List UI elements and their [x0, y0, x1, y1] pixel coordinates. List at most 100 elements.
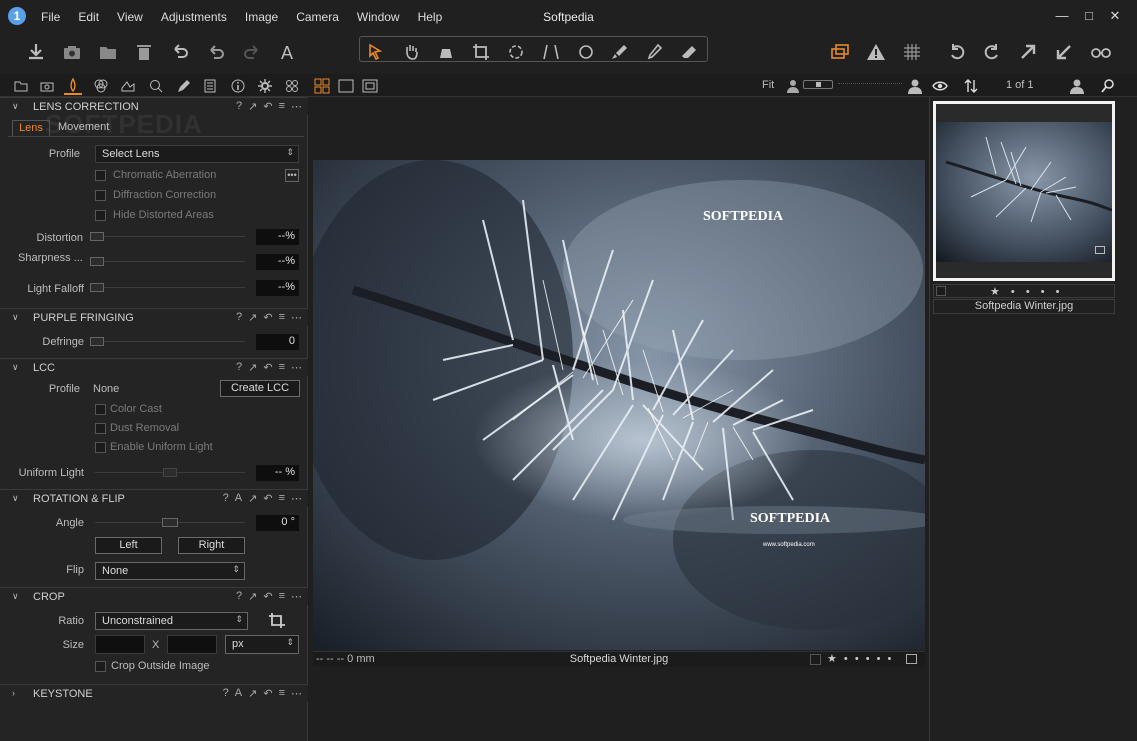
thumbnail-frame[interactable] — [933, 101, 1115, 281]
sharpness-slider[interactable] — [90, 261, 245, 262]
help-icon[interactable]: ? — [236, 311, 242, 324]
viewer-color-tag-checkbox[interactable] — [810, 654, 821, 665]
loupe-icon[interactable] — [432, 38, 460, 66]
tab-lens[interactable]: Lens — [12, 120, 50, 136]
camera-icon[interactable] — [58, 38, 86, 66]
menu-edit[interactable]: Edit — [69, 10, 108, 24]
defringe-slider[interactable] — [90, 341, 245, 342]
angle-value[interactable]: 0 ° — [256, 515, 299, 531]
defringe-value[interactable]: 0 — [256, 334, 299, 350]
viewer-rating[interactable]: ★ • • • • • — [827, 652, 893, 665]
brush-icon[interactable] — [605, 38, 633, 66]
tab-settings-icon[interactable] — [256, 77, 274, 95]
keystone-icon[interactable] — [537, 38, 565, 66]
auto-icon[interactable]: A — [235, 492, 242, 505]
menu-icon[interactable]: ≡ — [279, 100, 285, 113]
tab-exposure-icon[interactable] — [119, 77, 137, 95]
rotate-right-icon[interactable] — [978, 38, 1006, 66]
distortion-knob[interactable] — [90, 232, 104, 241]
trash-icon[interactable] — [130, 38, 158, 66]
reset-icon[interactable]: ↶ — [263, 311, 272, 324]
undo-all-icon[interactable] — [166, 38, 194, 66]
reset-icon[interactable]: ↶ — [263, 492, 272, 505]
expand-icon[interactable]: ↗ — [248, 361, 257, 374]
close-button[interactable]: ✕ — [1105, 6, 1125, 26]
tab-batch-icon[interactable] — [283, 77, 301, 95]
unit-select[interactable]: px ⇕ — [225, 635, 299, 654]
tab-color-icon[interactable] — [92, 77, 110, 95]
main-photo[interactable]: SOFTPEDIA SOFTPEDIA www.softpedia.com — [313, 160, 925, 650]
single-view-icon[interactable] — [337, 77, 355, 95]
more-icon[interactable]: ⋯ — [291, 590, 302, 603]
thumb-color-tag-checkbox[interactable] — [936, 286, 946, 296]
folder-icon[interactable] — [94, 38, 122, 66]
purple-fringing-header[interactable]: ∨ PURPLE FRINGING ? ↗ ↶ ≡ ⋯ — [0, 308, 308, 326]
falloff-value[interactable]: --% — [256, 280, 299, 296]
eraser-icon[interactable] — [675, 38, 703, 66]
reset-icon[interactable]: ↶ — [263, 361, 272, 374]
more-icon[interactable]: ⋯ — [291, 361, 302, 374]
rotate-left-icon[interactable] — [943, 38, 971, 66]
help-icon[interactable]: ? — [223, 687, 229, 700]
sharpness-knob[interactable] — [90, 257, 104, 266]
tab-capture-icon[interactable] — [38, 77, 56, 95]
hide-distorted-checkbox[interactable] — [95, 210, 106, 221]
uniform-light-value[interactable]: -- % — [256, 465, 299, 481]
more-icon[interactable]: ⋯ — [291, 687, 302, 700]
spot-icon[interactable] — [572, 38, 600, 66]
color-cast-checkbox[interactable] — [95, 404, 106, 415]
keystone-header[interactable]: › KEYSTONE ? A ↗ ↶ ≡ ⋯ — [0, 684, 308, 702]
crop-tool-icon[interactable] — [267, 611, 287, 631]
menu-icon[interactable]: ≡ — [279, 687, 285, 700]
export-icon[interactable] — [1014, 38, 1042, 66]
expand-icon[interactable]: ↗ — [248, 100, 257, 113]
import-icon[interactable] — [22, 38, 50, 66]
auto-icon[interactable]: A — [235, 687, 242, 700]
create-lcc-button[interactable]: Create LCC — [220, 380, 300, 397]
grid-view-icon[interactable] — [313, 77, 331, 95]
uniform-light-checkbox[interactable] — [95, 442, 106, 453]
size-width-field[interactable] — [95, 635, 145, 654]
help-icon[interactable]: ? — [236, 361, 242, 374]
menu-file[interactable]: File — [32, 10, 69, 24]
picker-icon[interactable] — [640, 38, 668, 66]
select-cursor-icon[interactable] — [362, 38, 390, 66]
rotate-right-button[interactable]: Right — [178, 537, 245, 554]
menu-camera[interactable]: Camera — [287, 10, 348, 24]
menu-window[interactable]: Window — [348, 10, 409, 24]
sharpness-value[interactable]: --% — [256, 254, 299, 270]
rotation-flip-header[interactable]: ∨ ROTATION & FLIP ? A ↗ ↶ ≡ ⋯ — [0, 489, 308, 507]
expand-icon[interactable]: ↗ — [248, 590, 257, 603]
rotate-icon[interactable] — [502, 38, 530, 66]
reset-icon[interactable]: ↶ — [263, 590, 272, 603]
expand-icon[interactable]: ↗ — [248, 311, 257, 324]
more-icon[interactable]: ⋯ — [291, 100, 302, 113]
thumb-rating[interactable]: ★ • • • • — [990, 285, 1064, 298]
menu-icon[interactable]: ≡ — [279, 590, 285, 603]
rotate-left-button[interactable]: Left — [95, 537, 162, 554]
tab-movement[interactable]: Movement — [58, 121, 109, 133]
falloff-knob[interactable] — [90, 283, 104, 292]
sort-icon[interactable] — [962, 77, 980, 95]
diffraction-checkbox[interactable] — [95, 190, 106, 201]
grid-icon[interactable] — [898, 38, 926, 66]
tab-details-icon[interactable] — [147, 77, 165, 95]
distortion-slider[interactable] — [90, 236, 245, 237]
menu-icon[interactable]: ≡ — [279, 492, 285, 505]
viewer-info-icon[interactable] — [906, 654, 917, 664]
redo-icon[interactable] — [238, 38, 266, 66]
lens-profile-select[interactable]: Select Lens ⇕ — [95, 145, 299, 163]
falloff-slider[interactable] — [90, 287, 245, 288]
angle-knob[interactable] — [162, 518, 178, 527]
person-filter-icon[interactable] — [1068, 77, 1086, 95]
reset-icon[interactable]: ↶ — [263, 100, 272, 113]
search-icon[interactable] — [1099, 77, 1117, 95]
crop-outside-checkbox[interactable] — [95, 661, 106, 672]
menu-icon[interactable]: ≡ — [279, 311, 285, 324]
pan-icon[interactable] — [397, 38, 425, 66]
warning-icon[interactable] — [862, 38, 890, 66]
dust-removal-checkbox[interactable] — [95, 423, 106, 434]
text-icon[interactable]: A — [274, 38, 302, 66]
reset-icon[interactable]: ↶ — [263, 687, 272, 700]
menu-adjustments[interactable]: Adjustments — [152, 10, 236, 24]
